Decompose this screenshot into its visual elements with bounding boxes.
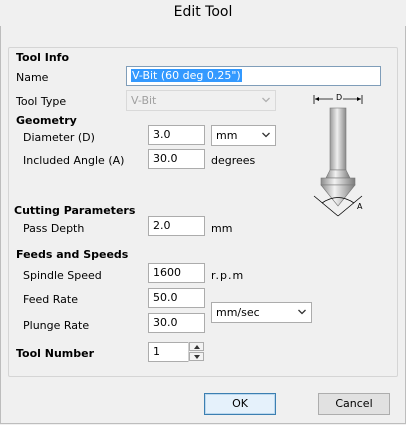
chevron-down-icon xyxy=(298,309,306,315)
cutting-parameters-heading: Cutting Parameters xyxy=(14,204,136,217)
geometry-heading: Geometry xyxy=(16,114,77,127)
pass-depth-input[interactable]: 2.0 xyxy=(148,216,205,236)
window-title: Edit Tool xyxy=(0,0,406,26)
tool-info-heading: Tool Info xyxy=(16,51,70,64)
v-bit-diagram xyxy=(313,95,363,217)
spindle-speed-input[interactable]: 1600 xyxy=(148,263,205,283)
rate-unit-value: mm/sec xyxy=(216,306,260,319)
tool-number-spinner[interactable] xyxy=(188,342,204,362)
chevron-down-icon xyxy=(262,97,270,103)
tool-number-label: Tool Number xyxy=(16,347,95,360)
plunge-rate-input[interactable]: 30.0 xyxy=(148,313,205,333)
tool-type-label: Tool Type xyxy=(16,95,67,108)
plunge-rate-value: 30.0 xyxy=(153,316,178,329)
spindle-speed-unit: r.p.m xyxy=(211,269,245,282)
name-label: Name xyxy=(16,71,49,84)
ok-button[interactable]: OK xyxy=(204,393,276,415)
diameter-label: Diameter (D) xyxy=(23,131,95,144)
spindle-speed-value: 1600 xyxy=(153,266,181,279)
feed-rate-label: Feed Rate xyxy=(23,293,78,306)
spin-down-button[interactable] xyxy=(189,352,204,361)
spin-up-button[interactable] xyxy=(189,342,204,351)
included-angle-label: Included Angle (A) xyxy=(23,154,125,167)
angle-dimension-label: A xyxy=(357,202,363,211)
chevron-down-icon xyxy=(194,355,200,359)
cancel-button[interactable]: Cancel xyxy=(318,393,390,415)
diameter-dimension-label: D xyxy=(336,93,343,102)
tool-number-input[interactable]: 1 xyxy=(148,342,189,362)
pass-depth-label: Pass Depth xyxy=(23,222,85,235)
included-angle-input[interactable]: 30.0 xyxy=(148,149,205,169)
plunge-rate-label: Plunge Rate xyxy=(23,319,90,332)
diameter-unit-select[interactable]: mm xyxy=(211,125,276,146)
pass-depth-value: 2.0 xyxy=(153,219,171,232)
tool-type-value: V-Bit xyxy=(131,94,157,107)
name-input-value: V-Bit (60 deg 0.25") xyxy=(131,69,242,82)
diameter-unit-value: mm xyxy=(216,129,238,142)
diameter-value: 3.0 xyxy=(153,128,171,141)
feed-rate-value: 50.0 xyxy=(153,291,178,304)
pass-depth-unit: mm xyxy=(211,222,233,235)
feed-rate-input[interactable]: 50.0 xyxy=(148,288,205,308)
chevron-up-icon xyxy=(194,345,200,349)
tool-type-select[interactable]: V-Bit xyxy=(126,90,276,111)
chevron-down-icon xyxy=(262,132,270,138)
name-input[interactable]: V-Bit (60 deg 0.25") xyxy=(126,66,381,86)
included-angle-unit: degrees xyxy=(211,154,256,167)
diameter-input[interactable]: 3.0 xyxy=(148,125,205,145)
rate-unit-select[interactable]: mm/sec xyxy=(211,302,312,323)
tool-number-value: 1 xyxy=(153,345,160,358)
included-angle-value: 30.0 xyxy=(153,152,178,165)
spindle-speed-label: Spindle Speed xyxy=(23,269,102,282)
feeds-and-speeds-heading: Feeds and Speeds xyxy=(16,248,129,261)
